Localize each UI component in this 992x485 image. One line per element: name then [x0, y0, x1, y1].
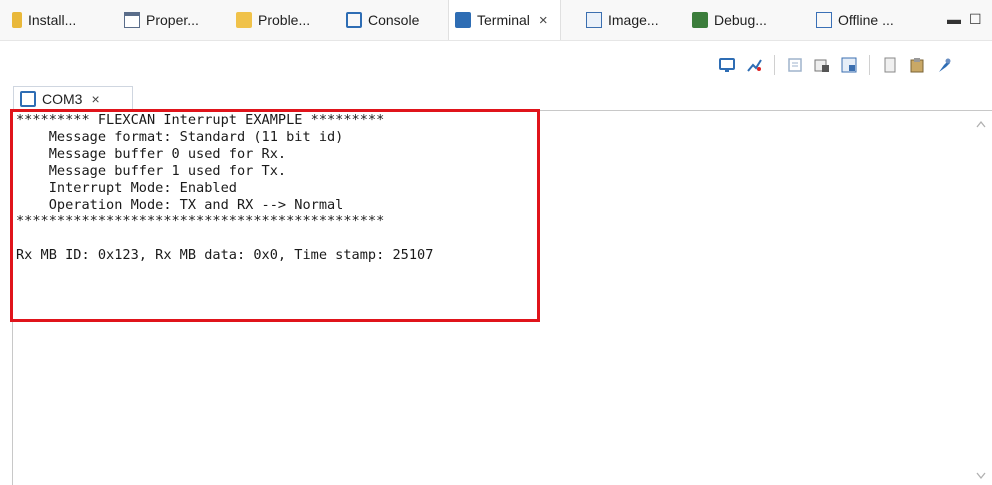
view-tab-bar: Install... Proper... Proble... Console T… — [0, 0, 992, 41]
toolbar-divider — [774, 55, 775, 75]
terminal-line: Message format: Standard (11 bit id) — [16, 128, 344, 145]
image-icon — [586, 12, 602, 28]
tab-problems[interactable]: Proble... — [236, 0, 310, 40]
terminal-toolbar — [718, 54, 953, 76]
chevron-up-icon[interactable] — [976, 117, 986, 131]
connect-icon[interactable] — [745, 56, 763, 74]
new-terminal-icon[interactable] — [718, 56, 736, 74]
debug-icon — [692, 12, 708, 28]
terminal-line: ********* FLEXCAN Interrupt EXAMPLE ****… — [16, 112, 385, 128]
tab-properties-label: Proper... — [146, 12, 199, 28]
tab-terminal-label: Terminal — [477, 12, 530, 28]
session-tab-label: COM3 — [42, 90, 83, 107]
tab-console-label: Console — [368, 12, 420, 28]
tab-offline-label: Offline ... — [838, 12, 894, 28]
tab-image[interactable]: Image... — [586, 0, 659, 40]
terminal-icon — [455, 12, 471, 28]
terminal-line: Message buffer 1 used for Tx. — [16, 162, 287, 179]
properties-icon — [124, 12, 140, 28]
tab-install[interactable]: Install... — [9, 0, 76, 40]
terminal-line: ****************************************… — [16, 213, 385, 230]
tab-properties[interactable]: Proper... — [124, 0, 199, 40]
tab-problems-label: Proble... — [258, 12, 311, 28]
pin-icon[interactable] — [935, 56, 953, 74]
console-icon — [20, 90, 36, 107]
scroll-lock-icon[interactable] — [840, 56, 858, 74]
disconnect-icon[interactable] — [786, 56, 804, 74]
offline-icon — [816, 12, 832, 28]
close-icon[interactable]: × — [91, 91, 99, 107]
toolbar-divider — [869, 55, 870, 75]
tab-install-label: Install... — [28, 12, 77, 28]
terminal-output[interactable]: ********* FLEXCAN Interrupt EXAMPLE ****… — [16, 112, 433, 264]
tab-terminal[interactable]: Terminal × — [448, 0, 561, 40]
tab-console[interactable]: Console — [346, 0, 419, 40]
problems-icon — [236, 12, 252, 28]
terminal-line: Operation Mode: TX and RX --> Normal — [16, 196, 344, 213]
vertical-scrollbar[interactable] — [972, 111, 992, 485]
terminal-line: Interrupt Mode: Enabled — [16, 179, 237, 196]
terminal-line: Rx MB ID: 0x123, Rx MB data: 0x0, Time s… — [16, 247, 434, 264]
close-icon[interactable]: × — [539, 12, 548, 29]
tab-debug-label: Debug... — [714, 12, 767, 28]
tab-image-label: Image... — [608, 12, 659, 28]
console-icon — [346, 12, 362, 28]
chevron-down-icon[interactable] — [976, 469, 986, 483]
copy-icon[interactable] — [881, 56, 899, 74]
tab-offline[interactable]: Offline ... — [816, 0, 894, 40]
terminal-line: Message buffer 0 used for Rx. — [16, 145, 287, 162]
paste-icon[interactable] — [908, 56, 926, 74]
session-tab-com3[interactable]: COM3 × — [13, 86, 133, 110]
minimize-button[interactable]: ▬ — [947, 11, 961, 27]
settings-icon[interactable] — [813, 56, 831, 74]
tab-debug[interactable]: Debug... — [692, 0, 767, 40]
install-icon — [12, 12, 22, 28]
maximize-button[interactable]: ☐ — [969, 11, 982, 28]
